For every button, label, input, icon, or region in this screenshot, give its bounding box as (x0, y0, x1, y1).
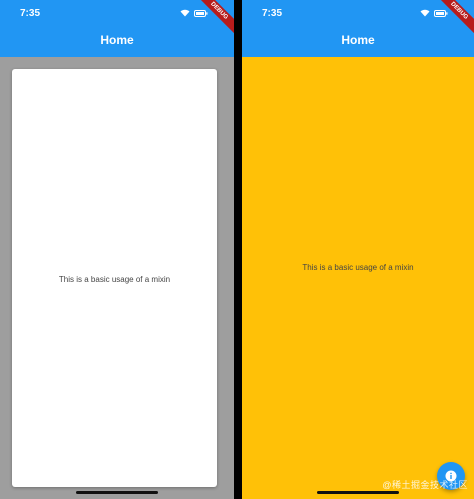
app-bar: 7:35 Home (242, 0, 474, 57)
content-area: This is a basic usage of a mixin (0, 57, 234, 499)
app-bar-title: Home (100, 33, 134, 47)
content-area: This is a basic usage of a mixin (242, 57, 474, 499)
phone-screen-right: 7:35 Home DEBUG This is a basic usage of… (242, 0, 474, 499)
app-bar: 7:35 Home (0, 0, 234, 57)
watermark: @稀土掘金技术社区 (382, 480, 468, 490)
home-indicator[interactable] (76, 491, 158, 494)
status-time: 7:35 (20, 8, 41, 19)
battery-icon (434, 9, 448, 17)
wifi-icon (420, 9, 430, 17)
body-text: This is a basic usage of a mixin (302, 263, 414, 272)
card: This is a basic usage of a mixin (12, 69, 217, 487)
app-bar-title: Home (341, 33, 375, 47)
wifi-icon (180, 9, 190, 17)
status-icons (180, 9, 208, 17)
status-icons (420, 9, 448, 17)
phone-screen-left: 7:35 Home DEBUG This is a basic usage of… (0, 0, 234, 499)
home-indicator[interactable] (317, 491, 399, 494)
battery-icon (194, 9, 208, 17)
status-time: 7:35 (262, 8, 283, 19)
body-text: This is a basic usage of a mixin (58, 275, 171, 284)
